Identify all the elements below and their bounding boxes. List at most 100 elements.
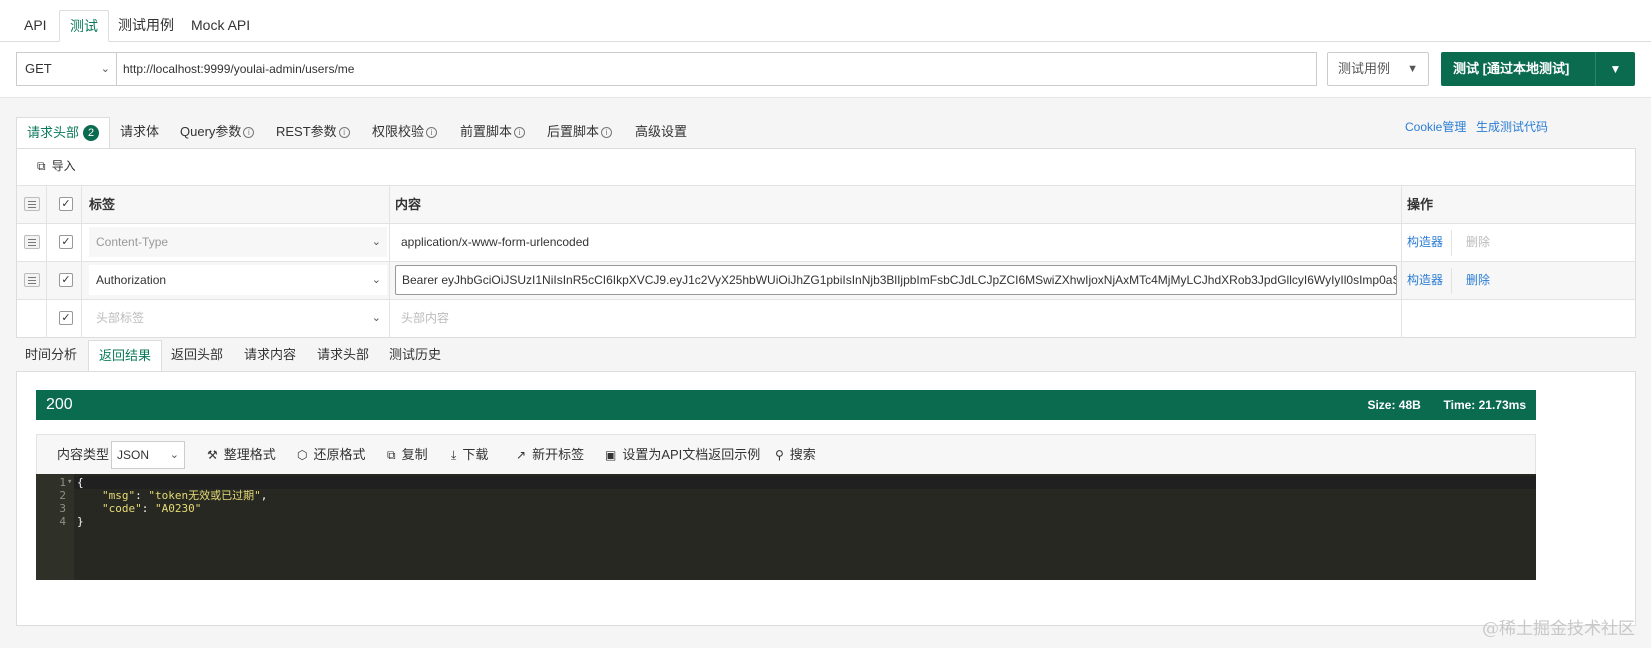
tab-pre-script-label: 前置脚本 [460,124,513,139]
row-enabled-checkbox[interactable]: ✓ [59,311,73,325]
line-gutter: 1 2 3 4 ▾ [36,474,74,580]
tab-mock-api[interactable]: Mock API [181,10,260,42]
json-sep: : [141,502,155,515]
fold-arrow-icon[interactable]: ▾ [67,476,72,489]
header-key-select[interactable]: Content-Type ⌄ [89,227,387,257]
tab-request-headers[interactable]: 请求头部 2 [16,117,111,149]
new-header-value-input[interactable]: 头部内容 [395,303,1397,333]
line-number: 4 [59,515,66,528]
format-button[interactable]: ⚒ 整理格式 [207,435,276,475]
code-line: "msg": "token无效或已过期", [102,489,267,502]
tab-time-analysis[interactable]: 时间分析 [15,340,87,372]
tab-response-headers[interactable]: 返回头部 [161,340,233,372]
import-label: 导入 [51,159,76,173]
download-label: 下载 [462,447,489,462]
info-icon: i [338,127,350,138]
run-test-label: 测试 [通过本地测试] [1453,61,1570,76]
select-all-checkbox[interactable]: ✓ [59,197,73,211]
response-code-editor[interactable]: 1 2 3 4 ▾ { "msg": "token无效或已过期", "code"… [36,474,1536,580]
headers-count-badge: 2 [83,125,100,141]
top-tab-bar: API 测试 测试用例 Mock API [0,0,1651,42]
chevron-down-icon: ⌄ [371,274,381,286]
table-row: ✓ Content-Type ⌄ application/x-www-form-… [17,223,1635,262]
header-key-placeholder: 头部标签 [96,311,145,325]
url-input[interactable]: http://localhost:9999/youlai-admin/users… [116,52,1317,86]
download-button[interactable]: ⤓ 下载 [451,435,488,475]
builder-link[interactable]: 构造器 [1407,235,1443,249]
tab-advanced[interactable]: 高级设置 [625,117,697,149]
cube-icon: ⬡ [297,448,308,462]
copy-icon: ⧉ [387,448,396,462]
tab-test[interactable]: 测试 [59,10,109,42]
chevron-down-icon: ⌄ [371,312,381,324]
tab-api[interactable]: API [14,10,57,42]
bulk-edit-icon[interactable] [24,197,40,211]
run-test-button[interactable]: 测试 [通过本地测试] ▼ [1441,52,1635,86]
import-icon: ⧉ [37,159,46,173]
delete-link[interactable]: 删除 [1466,273,1490,287]
tab-response-result[interactable]: 返回结果 [88,340,163,372]
tab-request-content[interactable]: 请求内容 [234,340,306,372]
response-toolbar: 内容类型 JSON ⌄ ⚒ 整理格式 ⬡ 还原格式 ⧉ 复制 ⤓ 下载 ↗ 新开标签 ▣ 设… [36,434,1536,474]
header-key-value: Content-Type [96,235,169,249]
method-select[interactable]: GET ⌄ [16,52,116,86]
json-value: "token无效或已过期" [148,489,261,502]
response-metrics: Size: 48B Time: 21.73ms [1367,390,1526,420]
builder-link[interactable]: 构造器 [1407,273,1443,287]
tab-query-params[interactable]: Query参数 i [170,117,264,149]
hammer-icon: ⚒ [207,448,218,462]
drag-handle-icon[interactable] [24,235,40,249]
content-type-value: JSON [117,448,150,462]
generate-code-link[interactable]: 生成测试代码 [1476,118,1548,135]
delete-link[interactable]: 删除 [1466,235,1490,249]
header-value-input[interactable]: application/x-www-form-urlencoded [395,227,1397,257]
set-example-label: 设置为API文档返回示例 [622,447,761,462]
tab-rest-params[interactable]: REST参数 i [266,117,360,149]
json-comma: , [260,489,268,502]
new-header-key-select[interactable]: 头部标签 ⌄ [89,303,387,333]
tab-request-headers-sent[interactable]: 请求头部 [307,340,379,372]
test-case-select[interactable]: 测试用例 ▼ [1327,52,1429,86]
info-icon: i [243,127,255,138]
header-value-input[interactable]: Bearer eyJhbGciOiJSUzI1NiIsInR5cCI6IkpXV… [395,265,1397,295]
cookie-manage-link[interactable]: Cookie管理 [1405,118,1466,135]
active-line-highlight [74,476,1536,489]
tab-pre-script[interactable]: 前置脚本 i [450,117,535,149]
chevron-down-icon: ⌄ [371,236,381,248]
method-value: GET [25,61,52,76]
search-icon: ⚲ [775,448,784,462]
info-icon: i [426,127,438,138]
copy-button[interactable]: ⧉ 复制 [387,435,428,475]
json-key: "msg" [102,489,136,502]
restore-format-button[interactable]: ⬡ 还原格式 [297,435,366,475]
row-actions: 构造器 删除 [1407,262,1490,299]
new-tab-button[interactable]: ↗ 新开标签 [516,435,584,475]
tab-auth-label: 权限校验 [372,124,425,139]
watermark: @稀土掘金技术社区 [1482,619,1635,639]
tab-auth[interactable]: 权限校验 i [362,117,447,149]
external-link-icon: ↗ [516,448,527,462]
drag-handle-icon[interactable] [24,273,40,287]
table-header-row: ✓ 标签 内容 操作 [17,185,1635,224]
run-options-caret-icon[interactable]: ▼ [1595,52,1635,86]
row-enabled-checkbox[interactable]: ✓ [59,273,73,287]
line-number: 3 [59,502,66,515]
format-label: 整理格式 [223,447,276,462]
import-button[interactable]: ⧉ 导入 [37,157,76,174]
info-icon: i [514,127,526,138]
header-key-value: Authorization [96,273,167,287]
tab-test-history[interactable]: 测试历史 [379,340,451,372]
search-button[interactable]: ⚲ 搜索 [775,435,816,475]
tab-query-label: Query参数 [180,124,242,139]
content-type-select[interactable]: JSON ⌄ [111,441,185,469]
chevron-down-icon: ⌄ [100,63,110,75]
tab-request-body[interactable]: 请求体 [110,117,169,149]
row-enabled-checkbox[interactable]: ✓ [59,235,73,249]
tab-post-script[interactable]: 后置脚本 i [537,117,622,149]
set-as-example-button[interactable]: ▣ 设置为API文档返回示例 [605,435,760,475]
new-tab-label: 新开标签 [532,447,585,462]
col-content-header: 内容 [395,197,422,212]
header-key-select[interactable]: Authorization ⌄ [89,265,387,295]
response-size: Size: 48B [1367,398,1421,412]
tab-test-cases[interactable]: 测试用例 [108,10,184,42]
